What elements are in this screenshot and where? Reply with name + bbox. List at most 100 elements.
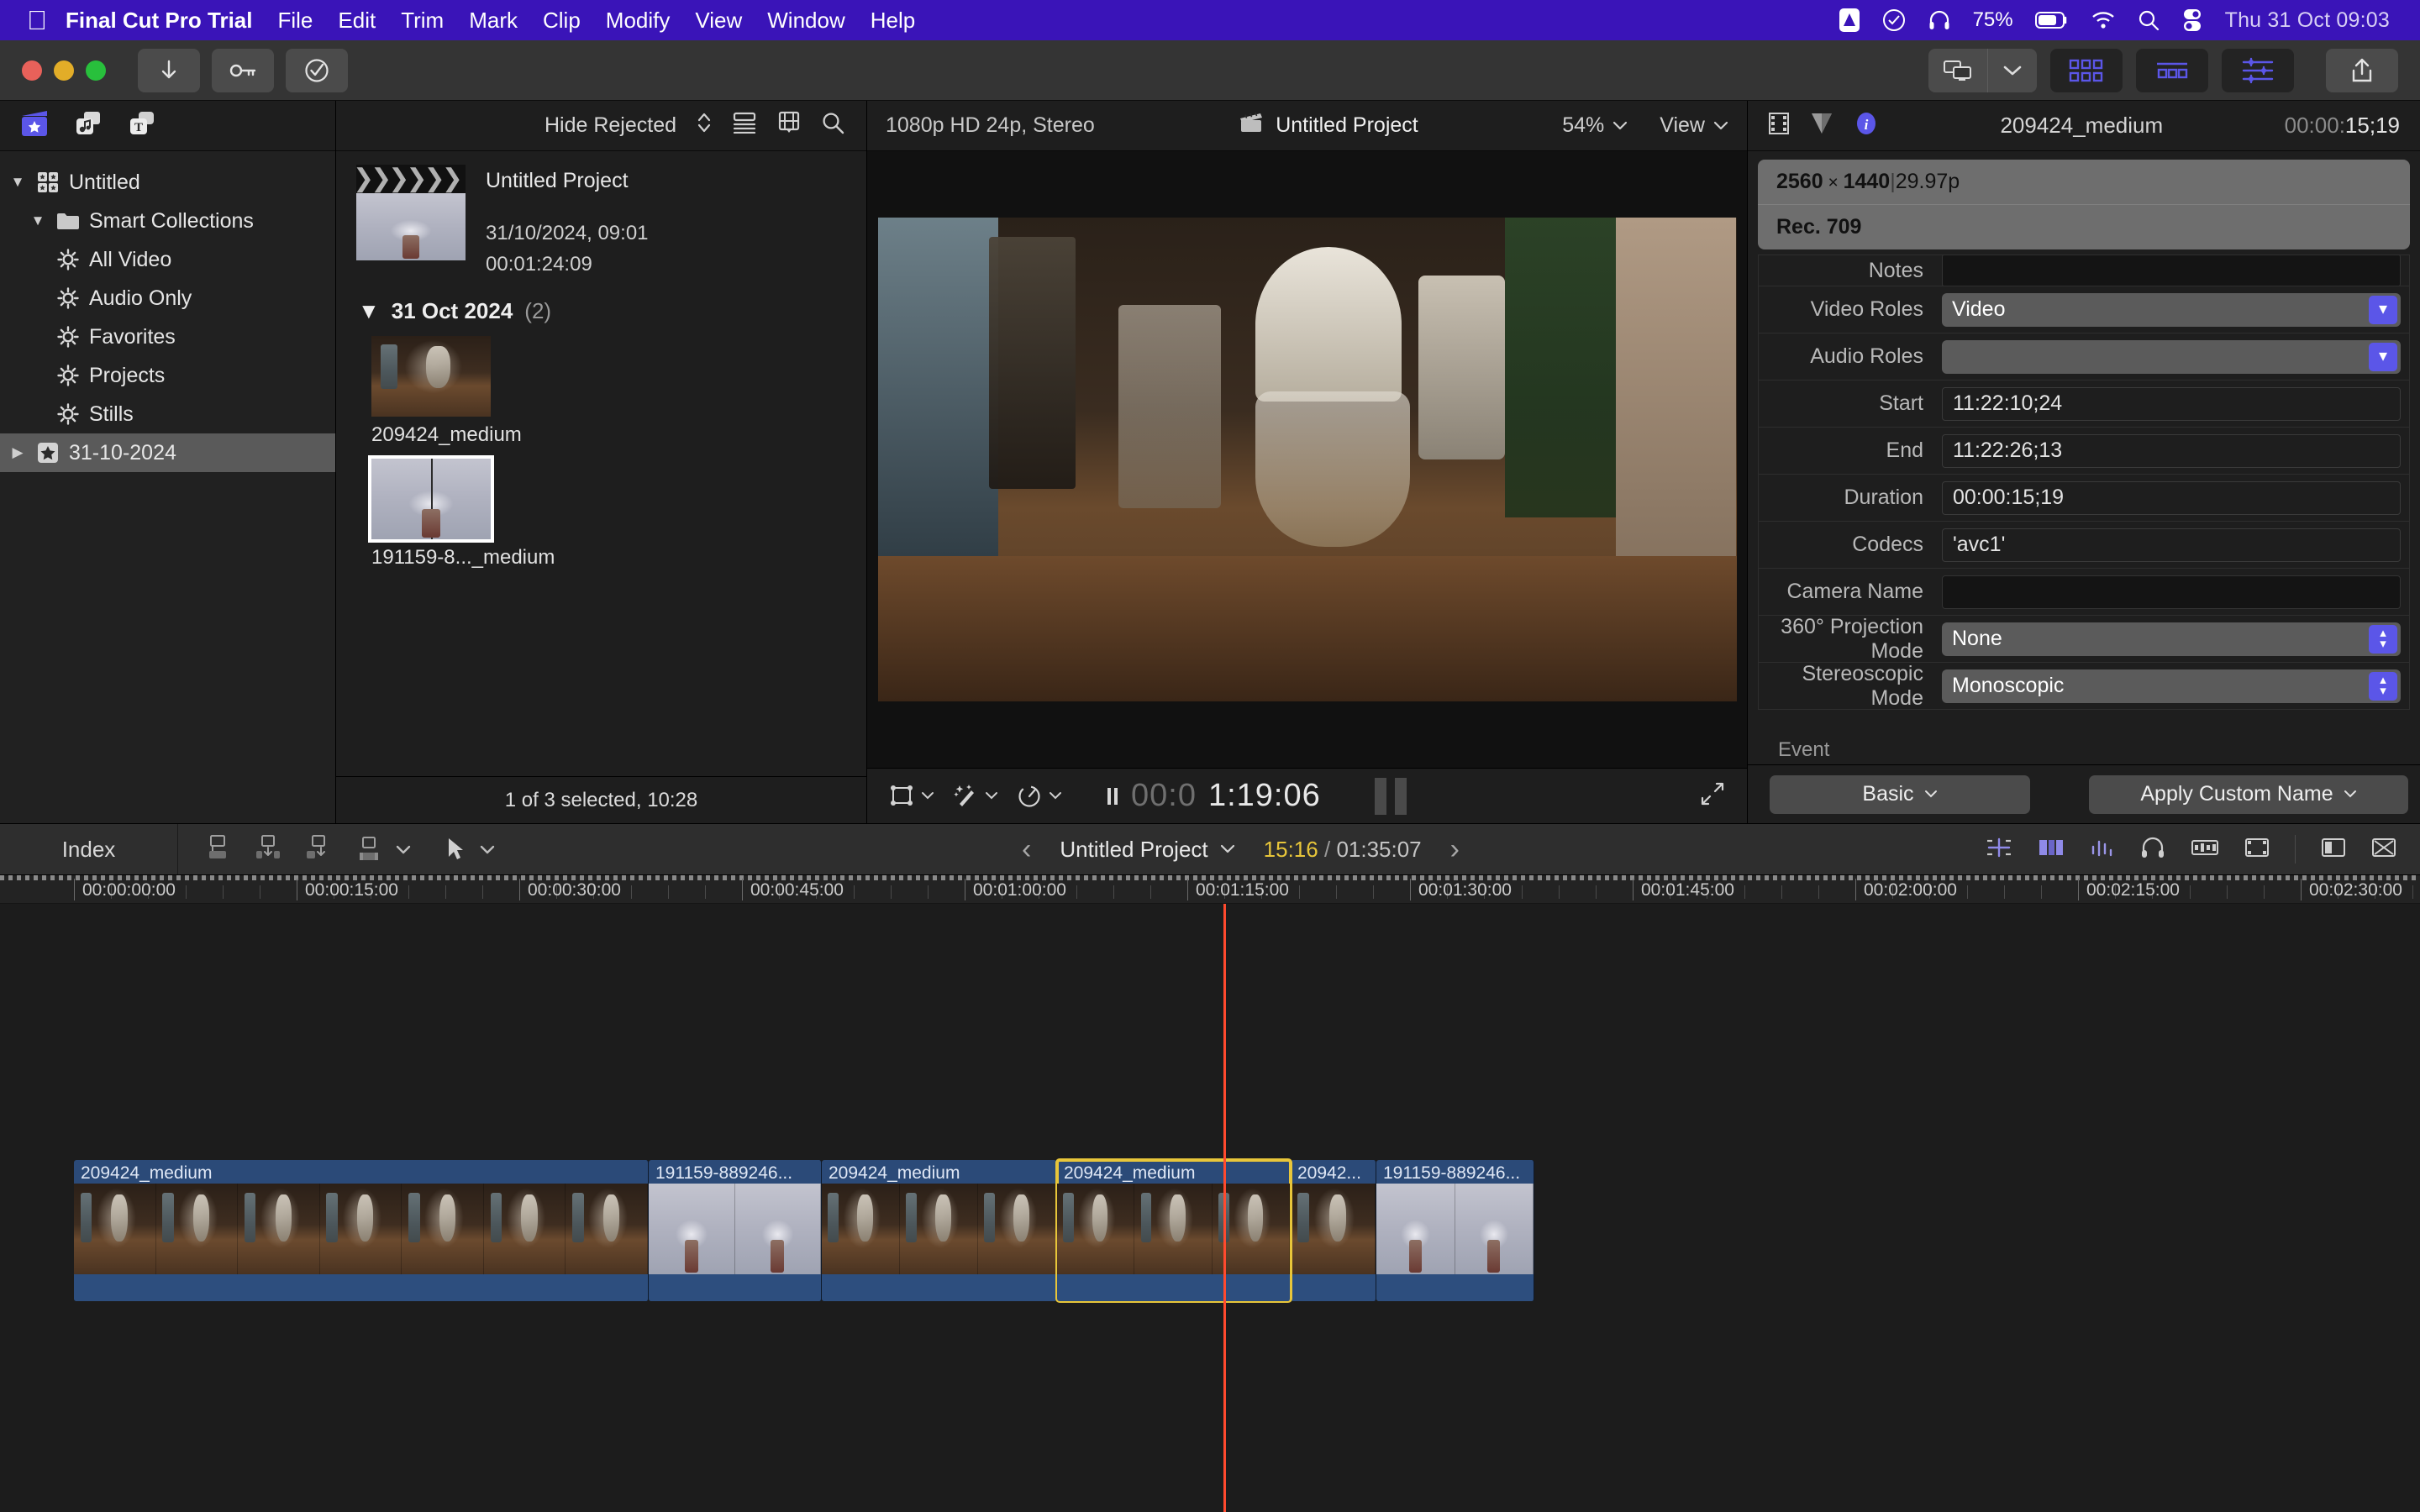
app-name-menu[interactable]: Final Cut Pro Trial xyxy=(66,8,252,34)
menu-edit[interactable]: Edit xyxy=(338,8,376,34)
maximize-window-button[interactable] xyxy=(86,60,106,81)
viewer-stage[interactable] xyxy=(867,151,1747,768)
sidebar-item-event-31-10-2024[interactable]: ▶ 31-10-2024 xyxy=(0,433,335,472)
sidebar-item-smart-collections[interactable]: ▼ Smart Collections xyxy=(0,202,335,240)
chevron-down-icon[interactable]: ▾ xyxy=(2369,342,2397,371)
timeline-project-menu[interactable]: Untitled Project xyxy=(1060,837,1234,863)
search-icon[interactable] xyxy=(821,111,844,140)
sidebar-item-untitled[interactable]: ▼ Untitled xyxy=(0,163,335,202)
up-down-stepper-icon[interactable]: ▴ ▾ xyxy=(2369,624,2397,654)
append-clip-icon[interactable] xyxy=(304,834,333,865)
menu-bar-clock[interactable]: Thu 31 Oct 09:03 xyxy=(2225,8,2390,33)
property-value-video-roles[interactable]: Video ▾ xyxy=(1942,292,2401,327)
property-value-end[interactable]: 11:22:26;13 xyxy=(1942,433,2401,468)
apply-custom-name-button[interactable]: Apply Custom Name xyxy=(2089,774,2408,814)
clip-thumbnail[interactable] xyxy=(371,336,491,417)
minimize-window-button[interactable] xyxy=(54,60,74,81)
timeline-index-button[interactable]: Index xyxy=(0,824,178,874)
timeline-timecode[interactable]: 15:16 / 01:35:07 xyxy=(1264,837,1422,863)
metadata-view-button[interactable]: Basic xyxy=(1770,774,2030,814)
fullscreen-button[interactable] xyxy=(1700,781,1725,811)
property-row-360-projection-mode[interactable]: 360° Projection Mode None ▴ ▾ xyxy=(1758,615,2410,663)
headphones-icon[interactable] xyxy=(1928,8,1951,32)
audio-skimming-icon[interactable] xyxy=(2191,837,2219,863)
close-timeline-icon[interactable] xyxy=(2371,837,2396,863)
property-row-audio-roles[interactable]: Audio Roles ▾ xyxy=(1758,333,2410,381)
chevron-down-icon[interactable]: ▾ xyxy=(2369,295,2397,324)
sidebar-item-projects[interactable]: Projects xyxy=(0,356,335,395)
hide-rejected-label[interactable]: Hide Rejected xyxy=(544,113,676,138)
retime-control[interactable] xyxy=(1017,784,1062,809)
enhancements-control[interactable] xyxy=(953,784,998,809)
property-value-duration[interactable]: 00:00:15;19 xyxy=(1942,480,2401,515)
group-disclosure-icon[interactable]: ▼ xyxy=(358,298,380,324)
menu-modify[interactable]: Modify xyxy=(606,8,671,34)
menu-mark[interactable]: Mark xyxy=(469,8,518,34)
property-value-start[interactable]: 11:22:10;24 xyxy=(1942,386,2401,421)
property-value-camera-name[interactable] xyxy=(1942,575,2401,609)
clip-appearance-icon[interactable] xyxy=(2038,837,2065,863)
close-window-button[interactable] xyxy=(22,60,42,81)
property-row-codecs[interactable]: Codecs 'avc1' xyxy=(1758,522,2410,569)
audio-meter-icon[interactable] xyxy=(2090,837,2115,863)
timeline-primary-storyline[interactable]: 209424_medium 191159-889246... 209424_medi… xyxy=(74,1158,1534,1303)
color-inspector-button[interactable] xyxy=(2222,48,2294,92)
browser-group-header[interactable]: ▼ 31 Oct 2024 (2) xyxy=(336,280,866,331)
overwrite-clip-control[interactable] xyxy=(355,836,412,863)
checkmark-circle-button[interactable] xyxy=(286,48,348,92)
sidebar-item-favorites[interactable]: Favorites xyxy=(0,318,335,356)
property-row-camera-name[interactable]: Camera Name xyxy=(1758,569,2410,616)
property-value-360-projection[interactable]: None ▴ ▾ xyxy=(1942,622,2401,656)
menu-clip[interactable]: Clip xyxy=(543,8,581,34)
connect-clip-icon[interactable] xyxy=(203,834,232,865)
chevron-down-icon[interactable] xyxy=(1988,49,2037,92)
next-project-button[interactable]: › xyxy=(1450,833,1460,866)
sidebar-item-stills[interactable]: Stills xyxy=(0,395,335,433)
sidebar-item-all-video[interactable]: All Video xyxy=(0,240,335,279)
color-inspector-icon[interactable] xyxy=(1810,111,1833,140)
property-row-end[interactable]: End 11:22:26;13 xyxy=(1758,428,2410,475)
timeline-clip[interactable]: 20942... xyxy=(1291,1160,1376,1301)
timeline-clip[interactable]: 191159-889246... xyxy=(1376,1160,1534,1301)
disclosure-triangle-icon[interactable]: ▶ xyxy=(8,444,27,461)
screen-mirroring-icon[interactable] xyxy=(1928,49,1987,92)
info-inspector-icon[interactable]: i xyxy=(1854,111,1879,140)
share-button[interactable] xyxy=(2326,48,2398,92)
property-value-codecs[interactable]: 'avc1' xyxy=(1942,528,2401,562)
menu-window[interactable]: Window xyxy=(767,8,844,34)
clip-thumbnail[interactable] xyxy=(368,455,494,543)
property-value-audio-roles[interactable]: ▾ xyxy=(1942,339,2401,374)
previous-project-button[interactable]: ‹ xyxy=(1022,833,1031,866)
apple-menu-icon[interactable]:  xyxy=(27,7,47,34)
menu-view[interactable]: View xyxy=(695,8,742,34)
timeline-canvas[interactable]: 209424_medium 191159-889246... 209424_medi… xyxy=(0,904,2420,1512)
menu-help[interactable]: Help xyxy=(871,8,915,34)
property-row-start[interactable]: Start 11:22:10;24 xyxy=(1758,381,2410,428)
battery-icon[interactable] xyxy=(2034,11,2069,29)
menu-trim[interactable]: Trim xyxy=(401,8,444,34)
property-row-stereoscopic-mode[interactable]: Stereoscopic Mode Monoscopic ▴ ▾ xyxy=(1758,662,2410,710)
keyframe-key-button[interactable] xyxy=(212,48,274,92)
insert-clip-icon[interactable] xyxy=(254,834,282,865)
list-view-icon[interactable] xyxy=(732,112,757,139)
libraries-tab-icon[interactable] xyxy=(20,109,49,142)
filmstrip-view-icon[interactable] xyxy=(777,111,801,140)
viewer-timecode[interactable]: 00:0 1:19:06 xyxy=(1106,778,1321,814)
effects-browser-button[interactable] xyxy=(2050,48,2123,92)
viewer-view-menu[interactable]: View xyxy=(1660,113,1728,138)
photos-audio-tab-icon[interactable] xyxy=(74,109,103,142)
timeline-clip[interactable]: 209424_medium xyxy=(1055,1158,1292,1303)
timeline-history-icon[interactable] xyxy=(2321,837,2346,863)
timeline-ruler[interactable]: 00:00:00:00 00:00:15:00 00:00:30:00 00:00:4… xyxy=(0,875,2420,904)
screen-mirroring-control[interactable] xyxy=(1928,48,2037,92)
add-index-icon[interactable] xyxy=(1986,836,2012,864)
timeline-clip[interactable]: 209424_medium xyxy=(74,1160,649,1301)
viewer-zoom-control[interactable]: 54% xyxy=(1562,113,1628,138)
up-down-stepper-icon[interactable]: ▴ ▾ xyxy=(2369,671,2397,701)
transitions-browser-button[interactable] xyxy=(2136,48,2208,92)
headphones-icon[interactable] xyxy=(2140,836,2165,864)
sidebar-item-audio-only[interactable]: Audio Only xyxy=(0,279,335,318)
video-inspector-icon[interactable] xyxy=(1768,112,1790,139)
disclosure-triangle-icon[interactable]: ▼ xyxy=(29,213,47,229)
property-row-notes[interactable]: Notes xyxy=(1758,255,2410,286)
